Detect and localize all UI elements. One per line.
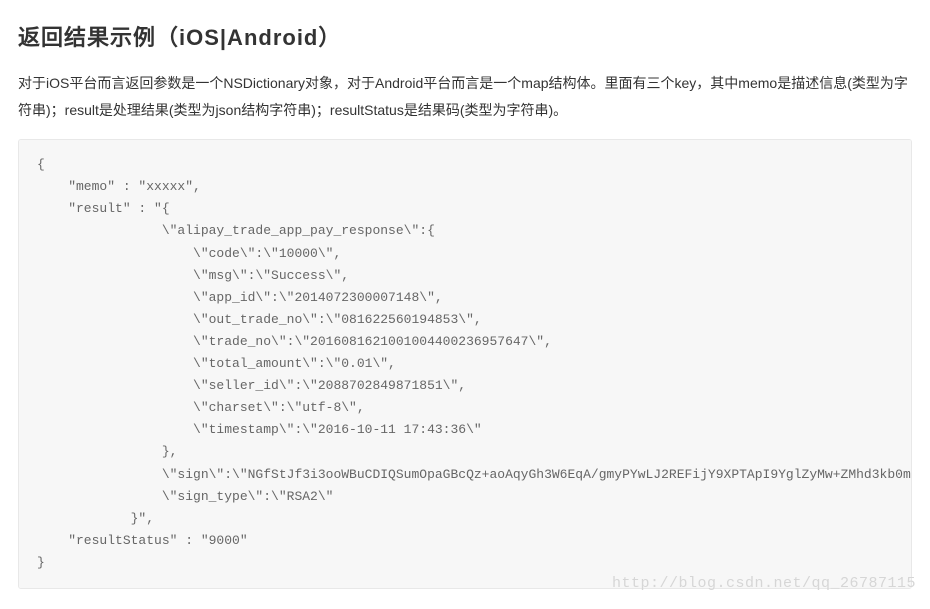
code-sample[interactable]: { "memo" : "xxxxx", "result" : "{ \"alip… (18, 139, 912, 589)
description-text: 对于iOS平台而言返回参数是一个NSDictionary对象，对于Android… (18, 70, 912, 123)
page-heading: 返回结果示例（iOS|Android） (18, 20, 912, 52)
